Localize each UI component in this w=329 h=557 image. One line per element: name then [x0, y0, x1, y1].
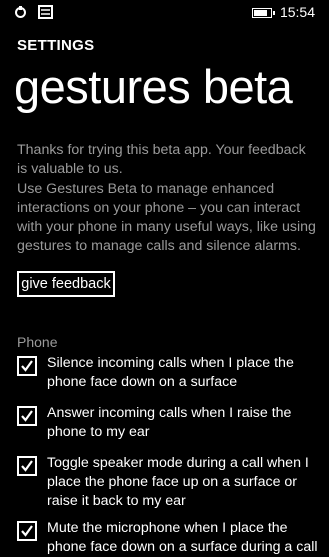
checkmark-icon [21, 410, 33, 422]
mute-microphone-label: Mute the microphone when I place the pho… [47, 520, 318, 555]
message-icon [38, 5, 53, 24]
toggle-speaker-label: Toggle speaker mode during a call when I… [47, 455, 309, 509]
status-bar: 15:54 [0, 0, 329, 26]
app-title: SETTINGS [17, 37, 95, 54]
give-feedback-label: give feedback [21, 276, 111, 292]
description-text: Use Gestures Beta to manage enhanced int… [17, 181, 316, 254]
silence-calls-checkbox[interactable] [17, 356, 37, 376]
give-feedback-button[interactable]: give feedback [17, 271, 115, 297]
checkmark-icon [21, 360, 33, 372]
mute-microphone-checkbox[interactable] [17, 521, 37, 541]
answer-calls-checkbox[interactable] [17, 406, 37, 426]
page-title: gestures beta [14, 60, 293, 113]
answer-calls-label: Answer incoming calls when I raise the p… [47, 405, 292, 440]
section-header-phone: Phone [17, 334, 58, 350]
battery-icon [252, 8, 275, 18]
status-time: 15:54 [279, 4, 315, 20]
silence-calls-label: Silence incoming calls when I place the … [47, 355, 294, 390]
checkmark-icon [21, 525, 33, 537]
checkmark-icon [21, 460, 33, 472]
toggle-speaker-checkbox[interactable] [17, 456, 37, 476]
intro-text: Thanks for trying this beta app. Your fe… [17, 142, 306, 177]
notification-icon [14, 5, 27, 24]
